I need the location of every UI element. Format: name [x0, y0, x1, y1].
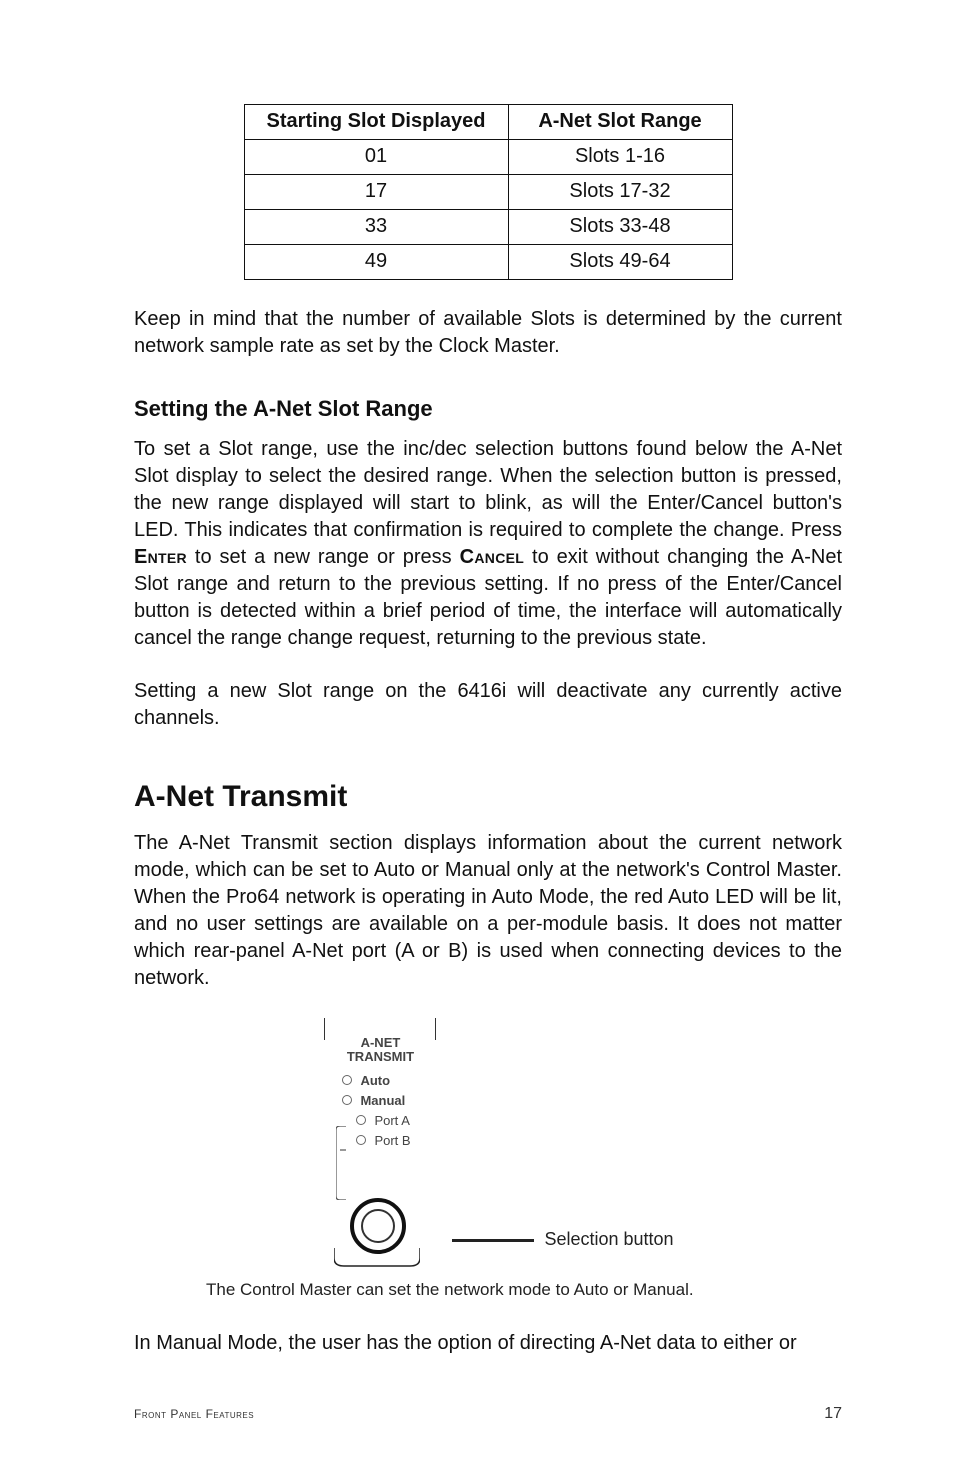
button-label-cancel: Cancel [460, 546, 524, 568]
led-icon [356, 1135, 366, 1145]
figure-callout-label: Selection button [544, 1229, 673, 1250]
option-manual: Manual [342, 1093, 458, 1108]
table-header: A-Net Slot Range [508, 105, 732, 140]
table-header: Starting Slot Displayed [244, 105, 508, 140]
option-port-b: Port B [356, 1133, 458, 1148]
panel-border-icon [334, 1248, 420, 1264]
table-row: 49 Slots 49-64 [244, 245, 732, 280]
table-cell: 33 [244, 210, 508, 245]
bracket-icon [336, 1126, 348, 1200]
subheading-setting-slot-range: Setting the A-Net Slot Range [134, 396, 842, 422]
footer-page-number: 17 [824, 1405, 842, 1423]
table-row: 33 Slots 33-48 [244, 210, 732, 245]
option-port-a: Port A [356, 1113, 458, 1128]
button-label-enter: Enter [134, 546, 187, 568]
body-paragraph: To set a Slot range, use the inc/dec sel… [134, 436, 842, 652]
led-icon [356, 1115, 366, 1125]
footer-section-name: Front Panel Features [134, 1407, 254, 1421]
selection-button[interactable] [350, 1198, 406, 1254]
section-heading-anet-transmit: A-Net Transmit [134, 780, 842, 814]
table-cell: 17 [244, 175, 508, 210]
body-paragraph: The A-Net Transmit section displays info… [134, 830, 842, 992]
table-cell: Slots 17-32 [508, 175, 732, 210]
body-paragraph: Setting a new Slot range on the 6416i wi… [134, 678, 842, 732]
table-row: 01 Slots 1-16 [244, 140, 732, 175]
option-auto: Auto [342, 1073, 458, 1088]
table-cell: Slots 1-16 [508, 140, 732, 175]
panel-title: A-NETTRANSMIT [302, 1036, 458, 1065]
table-cell: 01 [244, 140, 508, 175]
table-row: 17 Slots 17-32 [244, 175, 732, 210]
table-cell: Slots 49-64 [508, 245, 732, 280]
body-paragraph: Keep in mind that the number of availabl… [134, 306, 842, 360]
figure-caption: The Control Master can set the network m… [206, 1280, 842, 1300]
table-cell: 49 [244, 245, 508, 280]
led-icon [342, 1095, 352, 1105]
led-icon [342, 1075, 352, 1085]
table-cell: Slots 33-48 [508, 210, 732, 245]
slot-range-table: Starting Slot Displayed A-Net Slot Range… [244, 104, 733, 280]
figure-anet-transmit-panel: A-NETTRANSMIT Auto Manual Port A [134, 1018, 842, 1266]
body-paragraph: In Manual Mode, the user has the option … [134, 1330, 842, 1357]
leader-line-icon [452, 1239, 534, 1242]
